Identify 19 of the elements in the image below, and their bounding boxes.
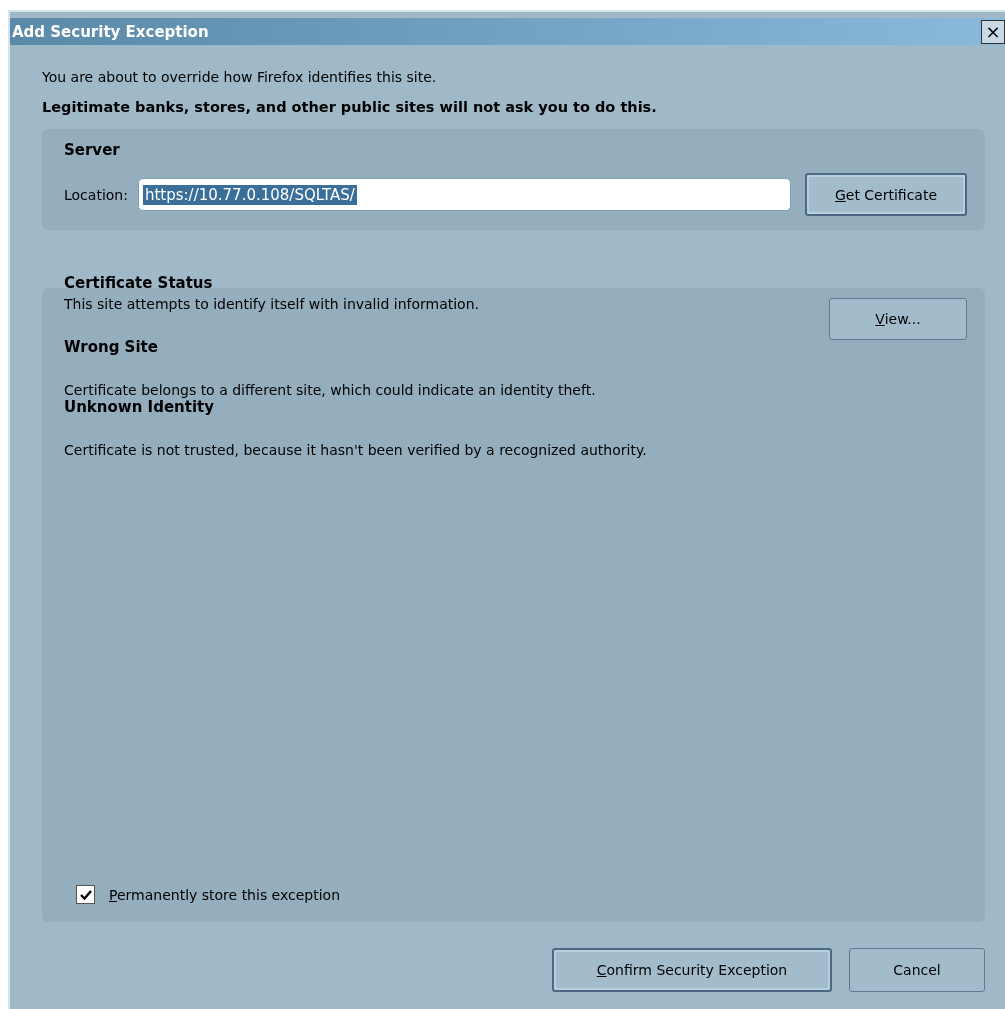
- section-heading: Server: [64, 141, 121, 159]
- checkbox-label[interactable]: Permanently store this exception: [109, 886, 341, 903]
- confirm-button[interactable]: Confirm Security Exception: [552, 948, 832, 992]
- status-summary: This site attempts to identify itself with invalid information.: [64, 296, 479, 312]
- intro-text: You are about to override how Firefox identifies this site.: [42, 69, 438, 85]
- problem-description: Certificate belongs to a different site, which could indicate an identity theft.: [64, 382, 597, 398]
- close-button[interactable]: ×: [981, 19, 1005, 44]
- window-title: Add Security Exception: [11, 22, 209, 41]
- problem-title: Unknown Identity: [64, 398, 215, 416]
- warning-text: Legitimate banks, stores, and other public sites will not ask you to do this.: [42, 99, 658, 115]
- location-field[interactable]: https://10.77.0.108/SQLTAS/: [137, 178, 791, 211]
- cancel-button[interactable]: Cancel: [849, 948, 985, 992]
- checkbox[interactable]: [76, 885, 95, 904]
- problem-title: Wrong Site: [64, 338, 159, 356]
- problem-description: Certificate is not trusted, because it hasn't been verified by a recognized authority.: [64, 442, 648, 458]
- view-button[interactable]: View...: [829, 298, 967, 340]
- location-label: Location:: [64, 186, 128, 203]
- get-certificate-button[interactable]: Get Certificate: [805, 173, 967, 216]
- section-heading: Certificate Status: [64, 274, 214, 292]
